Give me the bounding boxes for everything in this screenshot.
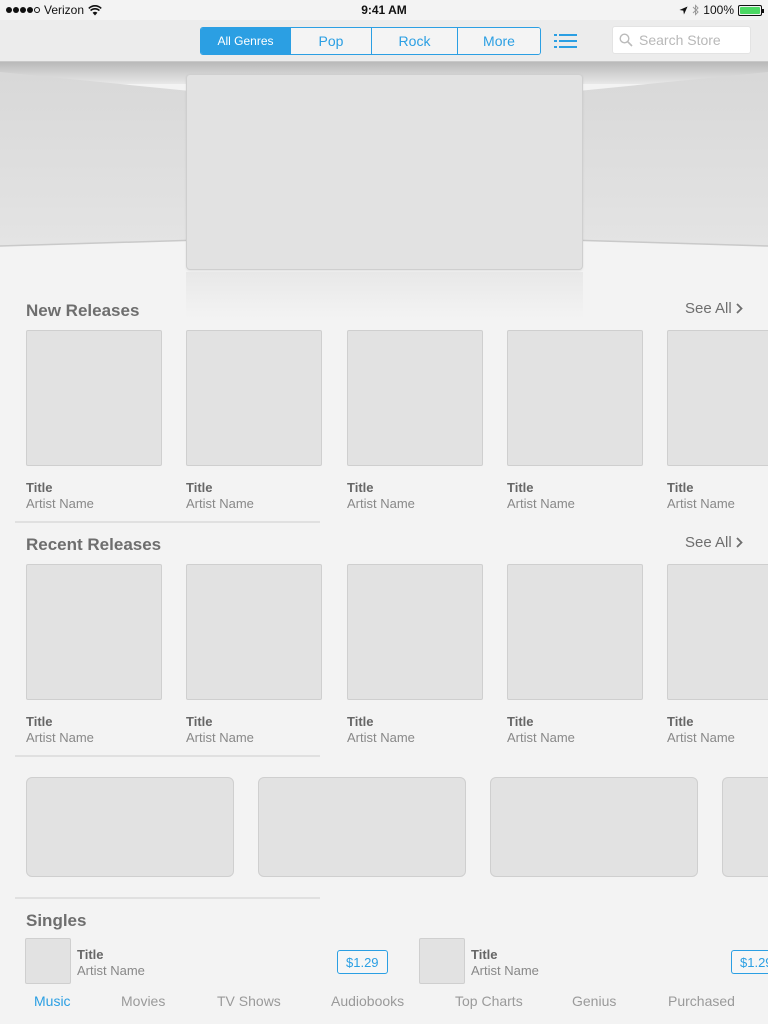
bluetooth-icon: [692, 4, 700, 16]
album-art[interactable]: [667, 330, 768, 466]
promo-banner[interactable]: [722, 777, 768, 877]
search-field[interactable]: [612, 26, 751, 54]
search-input[interactable]: [639, 32, 739, 48]
see-all-label: See All: [685, 300, 732, 317]
see-all-label: See All: [685, 534, 732, 551]
album-artist: Artist Name: [186, 730, 254, 745]
album-title: Title: [667, 480, 694, 495]
section-divider: [15, 897, 320, 899]
album-tile[interactable]: Title Artist Name: [186, 564, 322, 746]
single-artist: Artist Name: [471, 963, 539, 978]
album-artist: Artist Name: [26, 730, 94, 745]
recent-releases-see-all[interactable]: See All: [685, 534, 743, 551]
single-title: Title: [77, 947, 104, 962]
genre-segmented-control: All Genres Pop Rock More: [200, 27, 541, 55]
album-title: Title: [507, 714, 534, 729]
album-tile[interactable]: Title Artist Name: [347, 564, 483, 746]
album-art[interactable]: [186, 330, 322, 466]
album-artist: Artist Name: [667, 730, 735, 745]
single-item[interactable]: Title Artist Name: [25, 938, 145, 984]
album-art[interactable]: [26, 330, 162, 466]
status-right: 100%: [679, 3, 764, 17]
chevron-right-icon: [736, 303, 743, 314]
tab-top-charts[interactable]: Top Charts: [455, 993, 523, 1009]
singles-title: Singles: [26, 911, 87, 930]
album-tile[interactable]: Title Artist Name: [667, 330, 768, 512]
segment-pop[interactable]: Pop: [291, 28, 372, 54]
featured-carousel: [0, 62, 768, 318]
tab-purchased[interactable]: Purchased: [668, 993, 735, 1009]
location-arrow-icon: [679, 5, 688, 15]
buy-price-button[interactable]: $1.29: [731, 950, 768, 974]
new-releases-see-all[interactable]: See All: [685, 300, 743, 317]
album-artist: Artist Name: [347, 730, 415, 745]
album-art[interactable]: [347, 564, 483, 700]
segment-rock[interactable]: Rock: [372, 28, 458, 54]
album-artist: Artist Name: [347, 496, 415, 511]
album-artist: Artist Name: [667, 496, 735, 511]
album-title: Title: [26, 714, 53, 729]
album-tile[interactable]: Title Artist Name: [26, 330, 162, 512]
tab-genius[interactable]: Genius: [572, 993, 616, 1009]
album-artist: Artist Name: [507, 496, 575, 511]
album-art[interactable]: [347, 330, 483, 466]
album-tile[interactable]: Title Artist Name: [26, 564, 162, 746]
album-tile[interactable]: Title Artist Name: [507, 330, 643, 512]
promo-banner[interactable]: [490, 777, 698, 877]
album-tile[interactable]: Title Artist Name: [667, 564, 768, 746]
promo-banner[interactable]: [26, 777, 234, 877]
album-art[interactable]: [26, 564, 162, 700]
tab-bar: Music Movies TV Shows Audiobooks Top Cha…: [0, 984, 768, 1024]
album-title: Title: [667, 714, 694, 729]
status-time: 9:41 AM: [361, 3, 407, 17]
album-artist: Artist Name: [186, 496, 254, 511]
list-icon[interactable]: [554, 32, 578, 50]
featured-banner-reflection: [186, 272, 583, 318]
tab-music[interactable]: Music: [34, 993, 71, 1009]
single-art[interactable]: [419, 938, 465, 984]
album-artist: Artist Name: [507, 730, 575, 745]
single-artist: Artist Name: [77, 963, 145, 978]
album-tile[interactable]: Title Artist Name: [507, 564, 643, 746]
album-art[interactable]: [667, 564, 768, 700]
tab-audiobooks[interactable]: Audiobooks: [331, 993, 404, 1009]
album-art[interactable]: [507, 330, 643, 466]
single-info: Title Artist Name: [471, 947, 539, 984]
section-divider: [15, 521, 320, 523]
album-title: Title: [347, 480, 374, 495]
single-item[interactable]: Title Artist Name: [419, 938, 539, 984]
battery-percent: 100%: [703, 3, 734, 17]
album-artist: Artist Name: [26, 496, 94, 511]
segment-all-genres[interactable]: All Genres: [201, 28, 291, 54]
single-info: Title Artist Name: [77, 947, 145, 984]
album-title: Title: [186, 480, 213, 495]
nav-bar: All Genres Pop Rock More: [0, 20, 768, 62]
tab-tv-shows[interactable]: TV Shows: [217, 993, 281, 1009]
album-tile[interactable]: Title Artist Name: [347, 330, 483, 512]
recent-releases-title: Recent Releases: [26, 535, 162, 554]
section-divider: [15, 755, 320, 757]
battery-icon: [738, 4, 764, 16]
album-title: Title: [347, 714, 374, 729]
album-tile[interactable]: Title Artist Name: [186, 330, 322, 512]
chevron-right-icon: [736, 537, 743, 548]
tab-movies[interactable]: Movies: [121, 993, 165, 1009]
segment-more[interactable]: More: [458, 28, 540, 54]
status-bar: Verizon 9:41 AM 100%: [0, 0, 768, 20]
search-icon: [619, 33, 633, 47]
album-title: Title: [507, 480, 534, 495]
single-title: Title: [471, 947, 498, 962]
buy-price-button[interactable]: $1.29: [337, 950, 388, 974]
featured-banner[interactable]: [186, 74, 583, 270]
album-art[interactable]: [186, 564, 322, 700]
single-art[interactable]: [25, 938, 71, 984]
promo-banner[interactable]: [258, 777, 466, 877]
album-art[interactable]: [507, 564, 643, 700]
album-title: Title: [186, 714, 213, 729]
new-releases-title: New Releases: [26, 301, 140, 320]
album-title: Title: [26, 480, 53, 495]
